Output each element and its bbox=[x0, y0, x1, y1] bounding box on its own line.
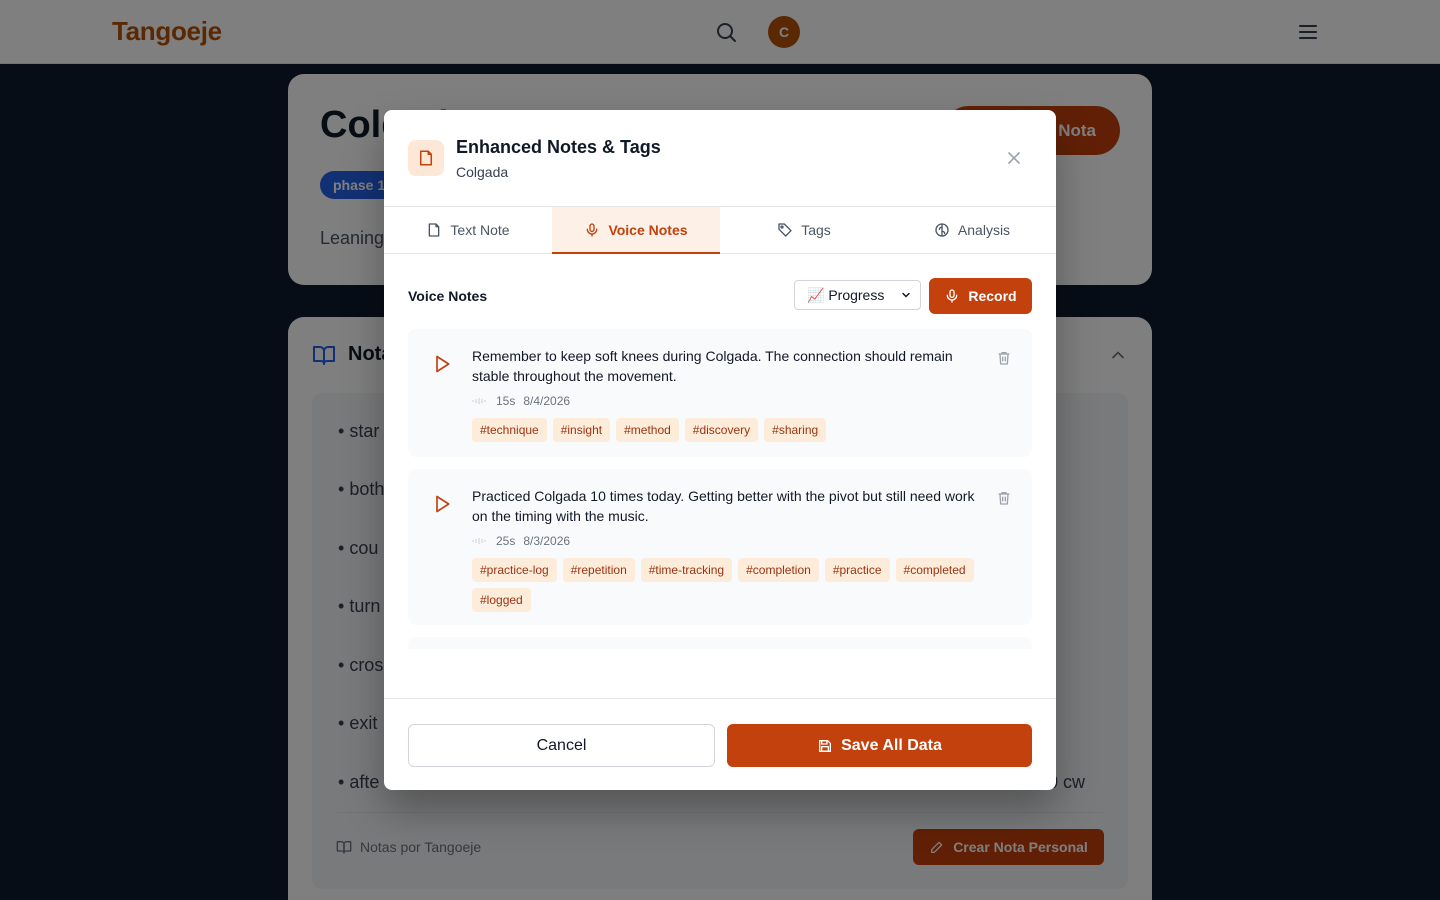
voice-note-meta: 25s 8/3/2026 bbox=[472, 534, 570, 548]
voice-note-duration: 15s bbox=[496, 394, 516, 408]
category-selected: 📈 Progress bbox=[807, 286, 885, 303]
cancel-button[interactable]: Cancel bbox=[408, 724, 715, 767]
file-icon bbox=[408, 140, 444, 176]
mic-icon bbox=[947, 289, 958, 303]
save-all-data-label: Save All Data bbox=[841, 736, 942, 754]
record-button[interactable]: Record bbox=[929, 278, 1032, 314]
record-label: Record bbox=[968, 288, 1017, 304]
voice-notes-label: Voice Notes bbox=[408, 288, 488, 304]
tab-voice-notes[interactable]: Voice Notes bbox=[552, 207, 720, 254]
brain-icon bbox=[935, 223, 949, 237]
trash-icon[interactable] bbox=[996, 350, 1012, 366]
tag-chip[interactable]: #practice-log bbox=[472, 558, 557, 582]
modal-footer: Cancel Save All Data bbox=[384, 698, 1056, 790]
play-icon[interactable] bbox=[432, 494, 452, 514]
tag-chip[interactable]: #repetition bbox=[562, 558, 635, 582]
tab-label: Voice Notes bbox=[608, 222, 688, 238]
tag-chip[interactable]: #time-tracking bbox=[640, 558, 733, 582]
tab-label: Text Note bbox=[450, 222, 510, 238]
tag-chip[interactable]: #insight bbox=[552, 418, 611, 442]
voice-note-duration: 25s bbox=[496, 534, 516, 548]
modal-tabs: Text Note Voice Notes Tags Analysis bbox=[384, 207, 1056, 254]
tag-chip[interactable]: #completion bbox=[738, 558, 819, 582]
save-icon bbox=[819, 739, 832, 752]
tag-chip[interactable]: #method bbox=[616, 418, 679, 442]
save-all-data-button[interactable]: Save All Data bbox=[727, 724, 1032, 767]
modal-title: Enhanced Notes & Tags bbox=[456, 137, 661, 157]
voice-note-meta: 15s 8/4/2026 bbox=[472, 394, 570, 408]
tag-chip[interactable]: #practice bbox=[824, 558, 890, 582]
tab-label: Tags bbox=[801, 222, 831, 238]
voice-note-item bbox=[408, 637, 1032, 649]
chevron-down-icon bbox=[902, 292, 910, 298]
play-icon[interactable] bbox=[432, 354, 452, 374]
voice-note-transcript: Practiced Colgada 10 times today. Gettin… bbox=[472, 488, 975, 524]
voice-note-transcript: Remember to keep soft knees during Colga… bbox=[472, 348, 953, 384]
voice-note-item: Practiced Colgada 10 times today. Gettin… bbox=[408, 469, 1032, 625]
tab-text-note[interactable]: Text Note bbox=[384, 207, 552, 253]
tab-label: Analysis bbox=[957, 222, 1011, 238]
tag-chip[interactable]: #discovery bbox=[684, 418, 759, 442]
tag-chip[interactable]: #sharing bbox=[764, 418, 827, 442]
voice-note-date: 8/3/2026 bbox=[523, 534, 571, 548]
modal-subtitle: Colgada bbox=[456, 164, 509, 180]
tag-icon bbox=[778, 223, 792, 237]
voice-note-date: 8/4/2026 bbox=[523, 394, 571, 408]
close-icon[interactable] bbox=[1004, 148, 1024, 168]
enhanced-notes-modal: Enhanced Notes & Tags Colgada Text Note … bbox=[384, 110, 1056, 790]
waveform-icon bbox=[472, 398, 486, 404]
tag-chip[interactable]: #technique bbox=[472, 418, 547, 442]
category-select[interactable]: 📈 Progress bbox=[794, 280, 921, 310]
tag-chip[interactable]: #completed bbox=[895, 558, 974, 582]
voice-note-tags: #practice-log #repetition #time-tracking… bbox=[472, 558, 992, 612]
tag-chip[interactable]: #logged bbox=[472, 588, 531, 612]
modal-header: Enhanced Notes & Tags Colgada bbox=[384, 110, 1056, 207]
trash-icon[interactable] bbox=[996, 490, 1012, 506]
waveform-icon bbox=[472, 538, 486, 544]
tab-analysis[interactable]: Analysis bbox=[888, 207, 1056, 253]
file-icon bbox=[429, 223, 440, 237]
voice-note-item: Remember to keep soft knees during Colga… bbox=[408, 329, 1032, 457]
tab-tags[interactable]: Tags bbox=[720, 207, 888, 253]
voice-notes-list[interactable]: Remember to keep soft knees during Colga… bbox=[408, 329, 1032, 649]
mic-icon bbox=[587, 223, 598, 237]
voice-note-tags: #technique #insight #method #discovery #… bbox=[472, 418, 992, 442]
